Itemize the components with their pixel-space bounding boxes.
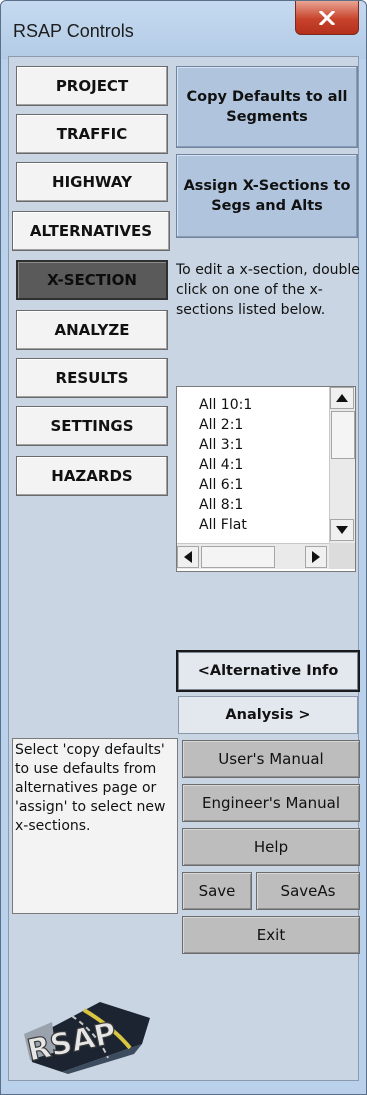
window-title: RSAP Controls (13, 21, 134, 41)
nav-highway-button[interactable]: HIGHWAY (16, 162, 168, 202)
nav-analyze-button[interactable]: ANALYZE (16, 310, 168, 350)
horizontal-scrollbar[interactable] (177, 543, 329, 569)
nav-settings-button[interactable]: SETTINGS (16, 406, 168, 446)
triangle-left-icon (184, 551, 192, 563)
scroll-right-button[interactable] (305, 546, 327, 568)
list-item[interactable]: All 8:1 (199, 495, 327, 515)
nav-xsection-button[interactable]: X-SECTION (16, 260, 168, 300)
xsection-listbox[interactable]: All 10:1 All 2:1 All 3:1 All 4:1 All 6:1… (176, 386, 356, 572)
vertical-scroll-thumb[interactable] (331, 411, 355, 459)
rsap-logo: RSAP (24, 1002, 150, 1074)
alternative-info-button[interactable]: <Alternative Info (176, 650, 360, 692)
nav-hazards-button[interactable]: HAZARDS (16, 456, 168, 496)
assign-xsections-button[interactable]: Assign X-Sections to Segs and Alts (176, 154, 358, 238)
help-button[interactable]: Help (182, 828, 360, 866)
triangle-down-icon (336, 526, 348, 534)
list-item[interactable]: All 6:1 (199, 475, 327, 495)
close-button[interactable] (295, 1, 359, 35)
nav-results-button[interactable]: RESULTS (16, 358, 168, 398)
window-bottom-border (8, 1081, 359, 1089)
list-item[interactable]: All 3:1 (199, 435, 327, 455)
save-button[interactable]: Save (182, 872, 252, 910)
title-bar: RSAP Controls (1, 1, 366, 59)
nav-traffic-button[interactable]: TRAFFIC (16, 114, 168, 154)
scroll-up-button[interactable] (330, 387, 354, 409)
list-item[interactable]: All 2:1 (199, 415, 327, 435)
instructions-text: To edit a x-section, double click on one… (176, 262, 360, 318)
scrollbar-corner (329, 543, 355, 569)
list-item[interactable]: All 4:1 (199, 455, 327, 475)
close-x-icon (319, 10, 335, 25)
copy-defaults-button[interactable]: Copy Defaults to all Segments (176, 66, 358, 148)
horizontal-scroll-thumb[interactable] (201, 546, 275, 568)
scroll-down-button[interactable] (330, 519, 354, 541)
engineers-manual-button[interactable]: Engineer's Manual (182, 784, 360, 822)
vertical-scrollbar[interactable] (329, 387, 355, 543)
list-item[interactable]: All 10:1 (199, 395, 327, 415)
users-manual-button[interactable]: User's Manual (182, 740, 360, 778)
save-as-button[interactable]: SaveAs (256, 872, 360, 910)
help-note-text: Select 'copy defaults' to use defaults f… (12, 738, 178, 914)
triangle-up-icon (336, 394, 348, 402)
nav-alternatives-button[interactable]: ALTERNATIVES (12, 211, 170, 251)
exit-button[interactable]: Exit (182, 916, 360, 954)
xsection-list: All 10:1 All 2:1 All 3:1 All 4:1 All 6:1… (199, 395, 327, 535)
analysis-button[interactable]: Analysis > (178, 696, 358, 734)
nav-project-button[interactable]: PROJECT (16, 66, 168, 106)
triangle-right-icon (312, 551, 320, 563)
scroll-left-button[interactable] (177, 546, 199, 568)
list-item[interactable]: All Flat (199, 515, 327, 535)
